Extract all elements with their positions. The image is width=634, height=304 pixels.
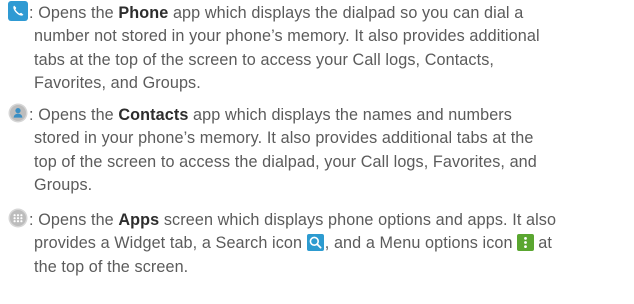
entry-apps-text-2: screen which displays phone options and … xyxy=(159,211,557,229)
entry-apps-line-1: : Opens the Apps screen which displays p… xyxy=(8,208,628,232)
entry-contacts-line-3: top of the screen to access the dialpad,… xyxy=(34,152,537,171)
entry-contacts-line-1: : Opens the Contacts app which displays … xyxy=(8,103,628,127)
entry-contacts-line-2: stored in your phone’s memory. It also p… xyxy=(34,129,534,148)
search-icon xyxy=(306,234,324,252)
entry-apps-app-name: Apps xyxy=(118,211,160,229)
entry-contacts-line-4: Groups. xyxy=(34,176,93,195)
apps-icon xyxy=(8,208,28,228)
entry-apps-text-5: at xyxy=(538,234,552,253)
entry-phone: : Opens the Phone app which displays the… xyxy=(8,1,628,96)
menu-options-icon xyxy=(517,234,535,252)
entry-apps: : Opens the Apps screen which displays p… xyxy=(8,208,628,279)
entry-apps-text-1: : Opens the xyxy=(29,211,119,229)
entry-apps-text-3: provides a Widget tab, a Search icon xyxy=(34,234,307,253)
entry-phone-app-name: Phone xyxy=(118,4,169,22)
entry-contacts-text-1: : Opens the xyxy=(29,106,119,124)
entry-apps-line-2: provides a Widget tab, a Search icon , a… xyxy=(8,232,628,255)
entry-apps-line-3: the top of the screen. xyxy=(34,257,189,276)
entry-phone-line-2: number not stored in your phone’s memory… xyxy=(34,27,540,46)
contacts-icon xyxy=(8,103,28,123)
entry-contacts-text-2: app which displays the names and numbers xyxy=(188,106,512,124)
entry-phone-text-2: app which displays the dialpad so you ca… xyxy=(168,4,524,22)
document-page: : Opens the Phone app which displays the… xyxy=(0,0,634,304)
entry-phone-line-3: tabs at the top of the screen to access … xyxy=(34,50,494,69)
entry-phone-text-1: : Opens the xyxy=(29,4,119,22)
entry-contacts: : Opens the Contacts app which displays … xyxy=(8,103,628,198)
phone-icon xyxy=(8,1,28,21)
entry-phone-line-1: : Opens the Phone app which displays the… xyxy=(8,1,628,25)
entry-contacts-app-name: Contacts xyxy=(118,106,189,124)
entry-phone-line-4: Favorites, and Groups. xyxy=(34,74,201,93)
entry-apps-text-4: , and a Menu options icon xyxy=(324,234,518,253)
